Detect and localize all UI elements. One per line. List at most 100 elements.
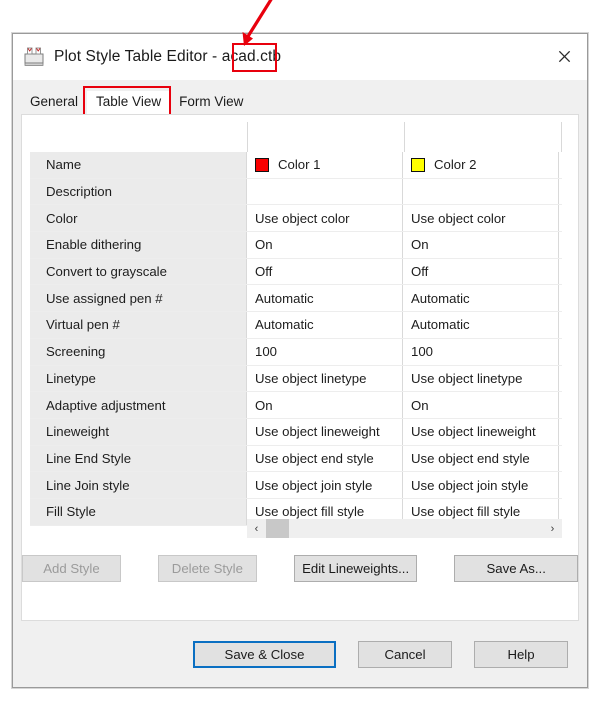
- color-swatch-yellow: [411, 157, 425, 172]
- cell-empty: [559, 312, 562, 338]
- row-label: Virtual pen #: [30, 312, 247, 338]
- grid-header-label-col: [30, 122, 248, 152]
- table-row: Color Use object color Use object color: [30, 205, 562, 233]
- cell-color2-screening[interactable]: 100: [403, 338, 559, 365]
- grid-header-color-2[interactable]: [405, 122, 562, 152]
- cell-empty: [559, 392, 562, 418]
- cell-empty: [559, 179, 562, 205]
- cell-color1-line-end-style[interactable]: Use object end style: [247, 445, 403, 472]
- row-label: Adaptive adjustment: [30, 392, 247, 418]
- cell-color1-convert-to-grayscale[interactable]: Off: [247, 258, 403, 285]
- cell-empty: [559, 339, 562, 365]
- cell-color2-virtual-pen[interactable]: Automatic: [403, 312, 559, 338]
- cell-empty: [559, 285, 562, 311]
- close-button[interactable]: [541, 34, 587, 78]
- table-row: Screening 100 100: [30, 338, 562, 366]
- plot-style-table-editor-dialog: Plot Style Table Editor - acad.ctb Gener…: [12, 33, 588, 688]
- row-label: Color: [30, 205, 247, 232]
- cell-color1-linetype[interactable]: Use object linetype: [247, 365, 403, 392]
- row-label: Line Join style: [30, 472, 247, 498]
- add-style-button[interactable]: Add Style: [22, 555, 121, 582]
- table-row: Convert to grayscale Off Off: [30, 258, 562, 286]
- cell-empty: [559, 205, 562, 231]
- cell-color2-description[interactable]: [403, 178, 559, 205]
- row-label: Convert to grayscale: [30, 258, 247, 285]
- cell-color1-screening[interactable]: 100: [247, 338, 403, 365]
- titlebar: Plot Style Table Editor - acad.ctb: [13, 34, 587, 80]
- save-and-close-button[interactable]: Save & Close: [193, 641, 336, 668]
- save-as-button[interactable]: Save As...: [454, 555, 578, 582]
- cell-color1-color[interactable]: Use object color: [247, 205, 403, 232]
- scrollbar-track[interactable]: [266, 519, 543, 538]
- tab-general[interactable]: General: [21, 91, 87, 114]
- row-label: Screening: [30, 338, 247, 365]
- cell-color2-name[interactable]: Color 2: [403, 152, 559, 178]
- cell-color2-linetype[interactable]: Use object linetype: [403, 365, 559, 392]
- cell-color2-line-join-style[interactable]: Use object join style: [403, 472, 559, 498]
- table-row: Line Join style Use object join style Us…: [30, 472, 562, 499]
- scroll-left-arrow-icon[interactable]: ‹: [247, 519, 266, 538]
- cell-color1-enable-dithering[interactable]: On: [247, 232, 403, 258]
- cell-empty: [559, 446, 562, 472]
- tab-table-view[interactable]: Table View: [87, 91, 171, 114]
- cell-color1-virtual-pen[interactable]: Automatic: [247, 312, 403, 338]
- cell-color2-adaptive-adjustment[interactable]: On: [403, 392, 559, 418]
- cancel-button[interactable]: Cancel: [358, 641, 452, 668]
- window-title: Plot Style Table Editor - acad.ctb: [54, 47, 282, 65]
- cell-color1-adaptive-adjustment[interactable]: On: [247, 392, 403, 418]
- grid-header-row: [30, 122, 562, 152]
- cell-text: Color 2: [434, 157, 477, 173]
- cell-color1-name[interactable]: Color 1: [247, 152, 403, 178]
- table-row: Line End Style Use object end style Use …: [30, 445, 562, 473]
- row-label: Description: [30, 178, 247, 205]
- cell-color1-use-assigned-pen[interactable]: Automatic: [247, 285, 403, 312]
- help-button[interactable]: Help: [474, 641, 568, 668]
- cell-text: Color 1: [278, 157, 321, 173]
- edit-lineweights-button[interactable]: Edit Lineweights...: [293, 555, 418, 582]
- cell-empty: [559, 366, 562, 392]
- color-swatch-red: [255, 157, 269, 172]
- table-row: Linetype Use object linetype Use object …: [30, 365, 562, 393]
- row-label: Use assigned pen #: [30, 285, 247, 312]
- cell-color2-use-assigned-pen[interactable]: Automatic: [403, 285, 559, 312]
- cell-empty: [559, 259, 562, 285]
- cell-empty: [559, 472, 562, 498]
- row-label: Enable dithering: [30, 232, 247, 258]
- table-row: Virtual pen # Automatic Automatic: [30, 312, 562, 339]
- cell-color2-enable-dithering[interactable]: On: [403, 232, 559, 258]
- horizontal-scrollbar[interactable]: ‹ ›: [247, 519, 562, 538]
- table-row: Lineweight Use object lineweight Use obj…: [30, 418, 562, 446]
- cell-color1-lineweight[interactable]: Use object lineweight: [247, 418, 403, 445]
- delete-style-button[interactable]: Delete Style: [157, 555, 257, 582]
- cell-color2-color[interactable]: Use object color: [403, 205, 559, 232]
- scrollbar-thumb[interactable]: [266, 519, 289, 538]
- cell-empty: [559, 232, 562, 258]
- plot-style-table-icon: [24, 47, 44, 66]
- table-row: Description: [30, 178, 562, 206]
- cell-color2-line-end-style[interactable]: Use object end style: [403, 445, 559, 472]
- row-label: Lineweight: [30, 418, 247, 445]
- row-label: Name: [30, 152, 247, 178]
- tab-form-view[interactable]: Form View: [170, 91, 252, 114]
- dialog-footer: Save & Close Cancel Help: [13, 622, 587, 687]
- table-row: Adaptive adjustment On On: [30, 392, 562, 419]
- plot-style-grid: Name Color 1 Color 2 Description Color U…: [30, 122, 562, 526]
- row-label: Fill Style: [30, 498, 247, 525]
- row-label: Line End Style: [30, 445, 247, 472]
- cell-color1-line-join-style[interactable]: Use object join style: [247, 472, 403, 498]
- table-row: Enable dithering On On: [30, 232, 562, 259]
- close-icon: [558, 50, 570, 62]
- table-view-panel: Name Color 1 Color 2 Description Color U…: [21, 114, 579, 621]
- tabstrip: General Table View Form View: [21, 86, 587, 118]
- grid-header-color-1[interactable]: [248, 122, 405, 152]
- cell-color2-convert-to-grayscale[interactable]: Off: [403, 258, 559, 285]
- cell-empty: [559, 152, 562, 178]
- table-row: Use assigned pen # Automatic Automatic: [30, 285, 562, 313]
- cell-empty: [559, 419, 562, 445]
- cell-color1-description[interactable]: [247, 178, 403, 205]
- style-action-buttons: Add Style Delete Style Edit Lineweights.…: [22, 555, 578, 582]
- cell-color2-lineweight[interactable]: Use object lineweight: [403, 418, 559, 445]
- table-row: Name Color 1 Color 2: [30, 152, 562, 179]
- row-label: Linetype: [30, 365, 247, 392]
- scroll-right-arrow-icon[interactable]: ›: [543, 519, 562, 538]
